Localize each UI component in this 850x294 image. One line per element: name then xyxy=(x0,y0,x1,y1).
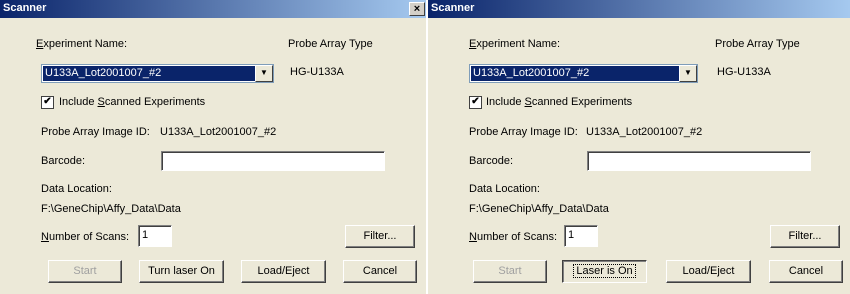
chevron-down-icon[interactable]: ▼ xyxy=(679,65,697,82)
barcode-input[interactable] xyxy=(587,151,811,171)
data-location-value: F:\GeneChip\Affy_Data\Data xyxy=(41,203,181,215)
cancel-button[interactable]: Cancel xyxy=(769,260,843,283)
include-scanned-label: Include Scanned Experiments xyxy=(486,96,633,108)
experiment-name-label: Experiment Name: xyxy=(36,38,128,50)
start-button[interactable]: Start xyxy=(473,260,547,283)
probe-array-type-label: Probe Array Type xyxy=(715,38,800,50)
title-bar[interactable]: Scanner × xyxy=(0,0,427,18)
include-scanned-checkbox[interactable]: ✔ xyxy=(469,96,482,109)
probe-array-type-label: Probe Array Type xyxy=(288,38,373,50)
barcode-label: Barcode: xyxy=(41,155,86,167)
experiment-name-value: U133A_Lot2001007_#2 xyxy=(471,66,679,81)
barcode-label: Barcode: xyxy=(469,155,514,167)
chevron-down-icon[interactable]: ▼ xyxy=(255,65,273,82)
experiment-name-value: U133A_Lot2001007_#2 xyxy=(43,66,255,81)
title-bar[interactable]: Scanner xyxy=(428,0,850,18)
experiment-name-dropdown[interactable]: U133A_Lot2001007_#2 ▼ xyxy=(41,64,274,83)
include-scanned-label: Include Scanned Experiments xyxy=(59,96,206,108)
start-button[interactable]: Start xyxy=(48,260,122,283)
window-title: Scanner xyxy=(431,2,475,14)
experiment-name-dropdown[interactable]: U133A_Lot2001007_#2 ▼ xyxy=(469,64,698,83)
scanner-dialog-right: Scanner Experiment Name: Probe Array Typ… xyxy=(426,0,850,294)
probe-array-image-id-value: U133A_Lot2001007_#2 xyxy=(586,126,703,138)
laser-button[interactable]: Laser is On xyxy=(562,260,647,283)
data-location-label: Data Location: xyxy=(41,183,112,195)
probe-array-type-value: HG-U133A xyxy=(290,66,344,78)
number-of-scans-label: Number of Scans: xyxy=(469,231,558,243)
filter-button[interactable]: Filter... xyxy=(345,225,415,248)
filter-button[interactable]: Filter... xyxy=(770,225,840,248)
probe-array-image-id-label: Probe Array Image ID: xyxy=(469,126,578,138)
include-scanned-checkbox[interactable]: ✔ xyxy=(41,96,54,109)
experiment-name-label: Experiment Name: xyxy=(469,38,561,50)
number-of-scans-label: Number of Scans: xyxy=(41,231,130,243)
probe-array-type-value: HG-U133A xyxy=(717,66,771,78)
load-eject-button[interactable]: Load/Eject xyxy=(241,260,326,283)
window-title: Scanner xyxy=(3,2,47,14)
laser-button-label: Laser is On xyxy=(573,264,636,278)
cancel-button[interactable]: Cancel xyxy=(343,260,417,283)
number-of-scans-input[interactable]: 1 xyxy=(138,225,172,247)
data-location-value: F:\GeneChip\Affy_Data\Data xyxy=(469,203,609,215)
scanner-dialog-left: Scanner × Experiment Name: Probe Array T… xyxy=(0,0,427,294)
probe-array-image-id-value: U133A_Lot2001007_#2 xyxy=(160,126,277,138)
load-eject-button[interactable]: Load/Eject xyxy=(666,260,751,283)
probe-array-image-id-label: Probe Array Image ID: xyxy=(41,126,150,138)
barcode-input[interactable] xyxy=(161,151,385,171)
number-of-scans-input[interactable]: 1 xyxy=(564,225,598,247)
close-button[interactable]: × xyxy=(409,2,425,16)
data-location-label: Data Location: xyxy=(469,183,540,195)
laser-button[interactable]: Turn laser On xyxy=(139,260,224,283)
